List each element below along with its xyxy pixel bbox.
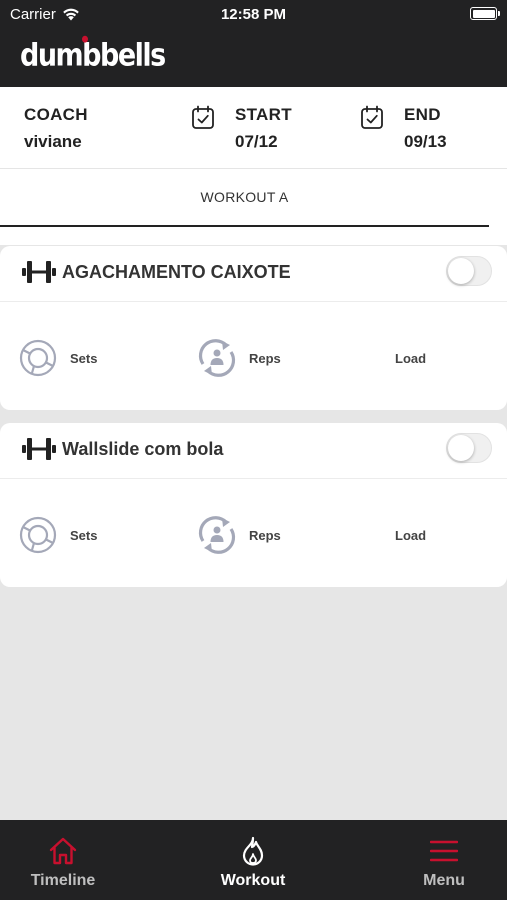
flame-icon — [242, 836, 264, 866]
workout-info-panel: COACH viviane START 07/12 END 09/13 — [0, 87, 507, 169]
sets-label: Sets — [70, 350, 98, 366]
calendar-check-icon — [361, 105, 383, 129]
exercise-card[interactable]: Wallslide com bola Sets Reps Load — [0, 423, 507, 587]
exercise-title-row: AGACHAMENTO CAIXOTE — [0, 246, 507, 302]
start-date: 07/12 — [235, 132, 278, 151]
sets-cycle-icon — [19, 339, 57, 377]
reps-person-cycle-icon — [198, 339, 236, 377]
reps-label: Reps — [249, 350, 281, 366]
clock: 12:58 PM — [220, 6, 287, 23]
hamburger-menu-icon — [430, 840, 458, 862]
start-info: START 07/12 — [235, 105, 292, 152]
logo-dot — [82, 35, 88, 43]
reps-metric: Reps — [197, 515, 281, 555]
nav-menu[interactable]: Menu — [404, 820, 484, 900]
nav-timeline[interactable]: Timeline — [23, 820, 103, 900]
exercise-name: AGACHAMENTO CAIXOTE — [62, 262, 291, 282]
sets-metric: Sets — [18, 515, 97, 555]
exercise-toggle[interactable] — [446, 256, 492, 286]
toggle-knob — [448, 435, 474, 461]
sets-cycle-icon — [19, 516, 57, 554]
calendar-check-icon — [192, 105, 214, 129]
exercise-name: Wallslide com bola — [62, 439, 224, 459]
exercise-toggle[interactable] — [446, 433, 492, 463]
home-icon — [49, 837, 77, 865]
dumbbells-logo: dumbbells — [20, 35, 166, 74]
nav-menu-label: Menu — [423, 872, 465, 889]
sets-metric: Sets — [18, 338, 97, 378]
bottom-navigation: Timeline Workout Menu — [0, 820, 507, 900]
toggle-knob — [448, 258, 474, 284]
exercise-title-row: Wallslide com bola — [0, 423, 507, 479]
sets-label: Sets — [70, 527, 98, 543]
reps-label: Reps — [249, 527, 281, 543]
nav-timeline-label: Timeline — [30, 872, 96, 889]
workout-tab-bar: WORKOUT A — [0, 169, 507, 245]
start-label: START — [235, 105, 292, 124]
tab-workout-a[interactable]: WORKOUT A — [0, 169, 489, 227]
load-label: Load — [395, 528, 427, 543]
end-date: 09/13 — [404, 132, 447, 151]
dumbbell-icon — [22, 438, 56, 460]
load-metric: Load — [395, 528, 426, 543]
nav-workout-label: Workout — [220, 872, 286, 889]
logo-text: dumbbells — [20, 38, 166, 74]
coach-info: COACH viviane — [24, 105, 88, 152]
dumbbell-icon — [22, 261, 56, 283]
coach-name: viviane — [24, 132, 82, 151]
nav-workout[interactable]: Workout — [213, 820, 293, 900]
load-label: Load — [395, 351, 427, 366]
status-bar: Carrier 12:58 PM — [0, 0, 507, 30]
reps-person-cycle-icon — [198, 516, 236, 554]
end-info: END 09/13 — [404, 105, 447, 152]
app-header: dumbbells — [0, 30, 507, 87]
end-label: END — [404, 105, 441, 124]
reps-metric: Reps — [197, 338, 281, 378]
load-metric: Load — [395, 351, 426, 366]
coach-label: COACH — [24, 105, 88, 124]
battery-icon — [470, 7, 500, 20]
exercise-card[interactable]: AGACHAMENTO CAIXOTE Sets Reps Load — [0, 246, 507, 410]
